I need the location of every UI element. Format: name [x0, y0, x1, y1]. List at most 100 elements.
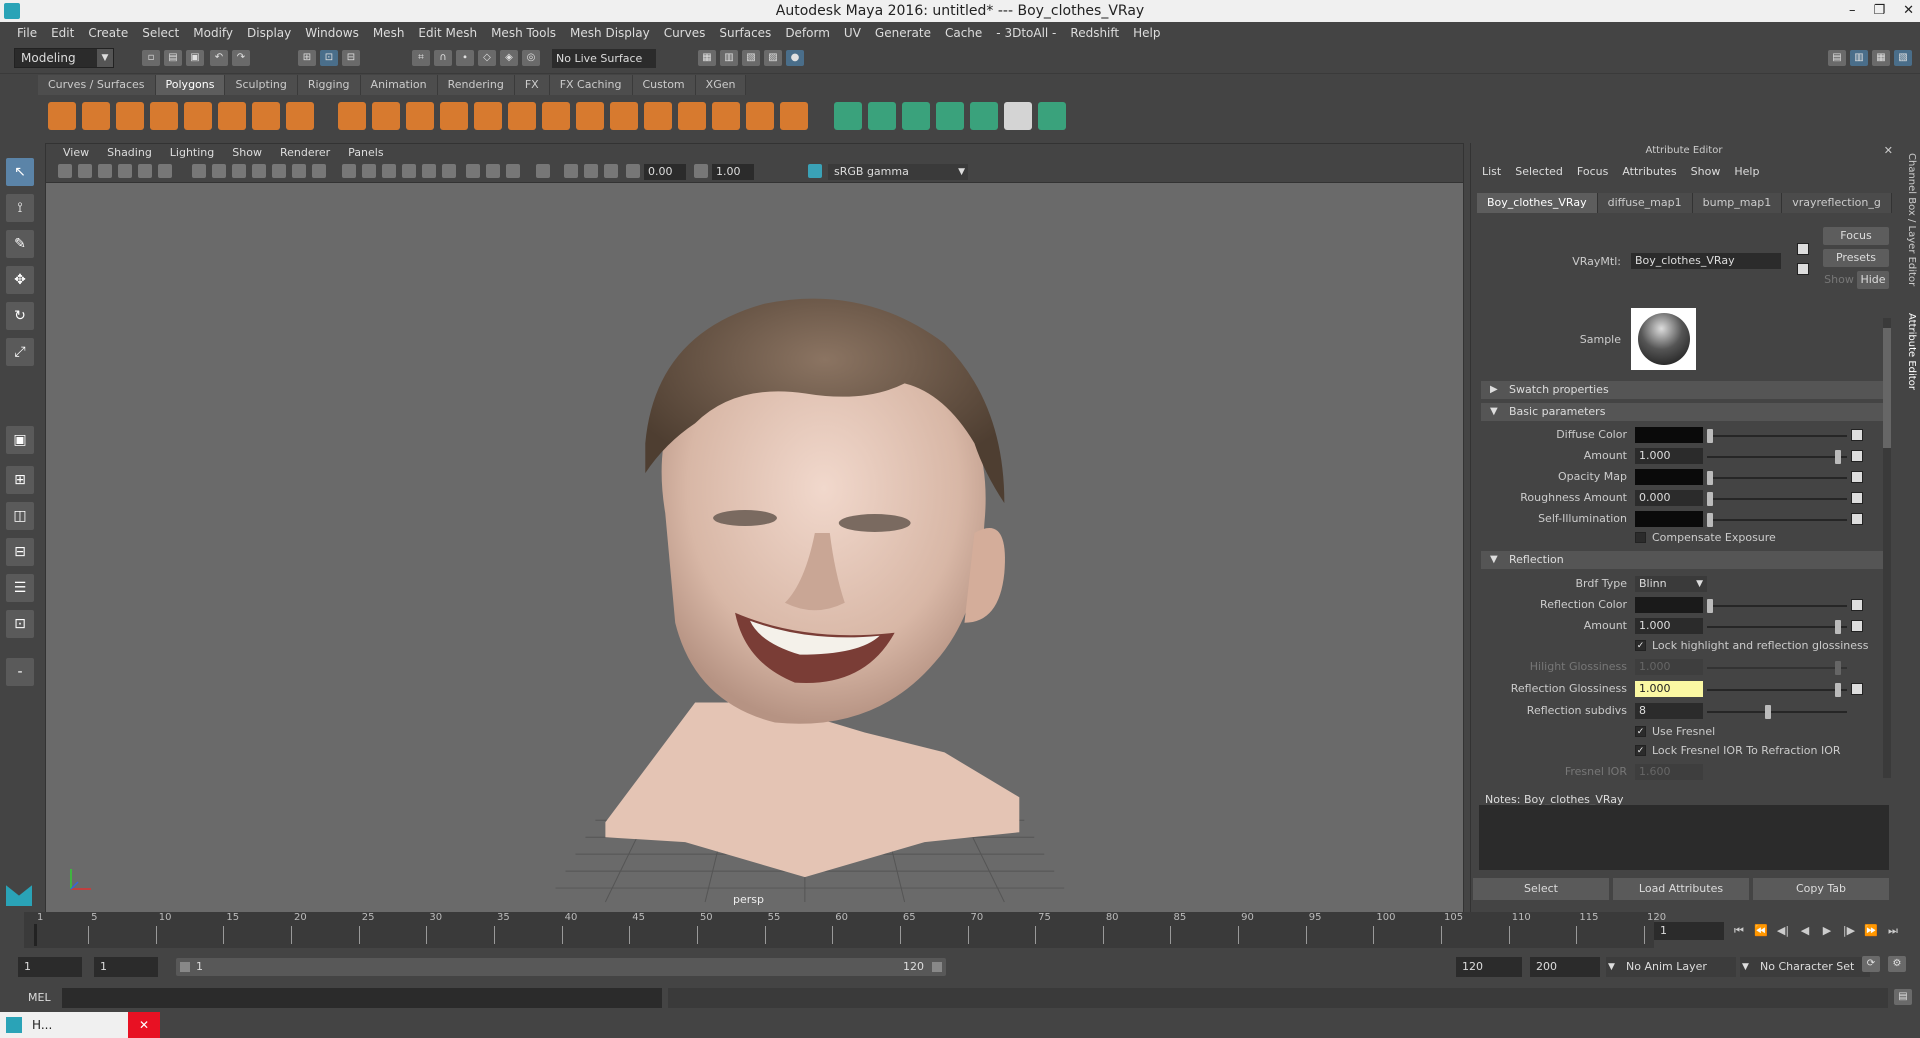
render-view-icon[interactable]: ●	[786, 50, 804, 66]
close-icon[interactable]: ✕	[1884, 143, 1893, 159]
target-weld-icon[interactable]	[746, 102, 774, 130]
poly-pipe-icon[interactable]	[286, 102, 314, 130]
snap-point-icon[interactable]: ∙	[456, 50, 474, 66]
checker-map-icon[interactable]	[1851, 513, 1863, 525]
animation-preferences-icon[interactable]: ⚙	[1888, 956, 1906, 972]
section-swatch-properties[interactable]: ▶ Swatch properties	[1481, 381, 1883, 399]
animation-end-field[interactable]: 200	[1530, 957, 1600, 977]
checker-map-icon[interactable]	[1851, 620, 1863, 632]
save-scene-icon[interactable]: ▣	[186, 50, 204, 66]
shelf-tab-rigging[interactable]: Rigging	[297, 75, 361, 95]
ae-menu-help[interactable]: Help	[1727, 165, 1766, 178]
go-to-start-icon[interactable]: ⏮	[1732, 924, 1746, 938]
shelf-tab-sculpting[interactable]: Sculpting	[225, 75, 298, 95]
redo-icon[interactable]: ↷	[232, 50, 250, 66]
undo-icon[interactable]: ↶	[210, 50, 228, 66]
ae-menu-show[interactable]: Show	[1684, 165, 1728, 178]
section-basic-parameters[interactable]: ▼ Basic parameters	[1481, 403, 1883, 421]
poly-plane-icon[interactable]	[184, 102, 212, 130]
menu-select[interactable]: Select	[135, 26, 186, 40]
checker-map-icon[interactable]	[1851, 450, 1863, 462]
tab-diffuse-map1[interactable]: diffuse_map1	[1597, 193, 1693, 213]
roughness-amount-slider[interactable]	[1707, 492, 1847, 506]
menu-mesh-tools[interactable]: Mesh Tools	[484, 26, 563, 40]
select-tool-icon[interactable]: ↖	[6, 158, 34, 186]
shelf-tab-custom[interactable]: Custom	[632, 75, 696, 95]
attribute-editor-toggle-icon[interactable]: ▥	[1850, 50, 1868, 66]
close-icon[interactable]: ✕	[128, 1012, 160, 1038]
reflection-subdivs-field[interactable]: 8	[1635, 703, 1703, 719]
brdf-type-dropdown[interactable]: Blinn ▼	[1635, 576, 1707, 592]
playback-start-field[interactable]: 1	[94, 957, 158, 977]
uv-editor-icon[interactable]	[1038, 102, 1066, 130]
spherical-uv-icon[interactable]	[902, 102, 930, 130]
attribute-editor-scrollbar[interactable]	[1883, 318, 1891, 778]
cylindrical-uv-icon[interactable]	[868, 102, 896, 130]
material-name-field[interactable]: Boy_clothes_VRay	[1631, 253, 1781, 269]
menu-3dtoall[interactable]: - 3DtoAll -	[989, 26, 1063, 40]
move-tool-icon[interactable]: ✥	[6, 266, 34, 294]
diffuse-color-slider[interactable]	[1707, 429, 1847, 443]
reflection-glossiness-slider[interactable]	[1707, 683, 1847, 697]
menu-windows[interactable]: Windows	[298, 26, 366, 40]
reflection-glossiness-field[interactable]: 1.000	[1635, 681, 1703, 697]
step-forward-frame-icon[interactable]: |▶	[1842, 924, 1856, 938]
scale-tool-icon[interactable]: ⤢	[6, 338, 34, 366]
snap-curve-icon[interactable]: ∩	[434, 50, 452, 66]
mel-label[interactable]: MEL	[28, 991, 51, 1004]
play-forwards-icon[interactable]: ▶	[1820, 924, 1834, 938]
bridge-icon[interactable]	[508, 102, 536, 130]
select-hierarchy-icon[interactable]: ⊞	[298, 50, 316, 66]
smooth-icon[interactable]	[440, 102, 468, 130]
shelf-tab-fx-caching[interactable]: FX Caching	[549, 75, 633, 95]
self-illumination-swatch[interactable]	[1635, 511, 1703, 527]
reflection-color-swatch[interactable]	[1635, 597, 1703, 613]
map-button-icon[interactable]	[1851, 683, 1863, 695]
reflection-amount-slider[interactable]	[1707, 620, 1847, 634]
poly-cube-icon[interactable]	[82, 102, 110, 130]
output-connections-icon[interactable]	[1797, 263, 1809, 275]
side-by-side-layout-icon[interactable]: ◫	[6, 502, 34, 530]
tab-vrayreflection[interactable]: vrayreflection_g	[1782, 193, 1892, 213]
append-icon[interactable]	[678, 102, 706, 130]
tool-settings-icon[interactable]: ▦	[1872, 50, 1890, 66]
menu-surfaces[interactable]: Surfaces	[712, 26, 778, 40]
step-back-key-icon[interactable]: ⏪	[1754, 924, 1768, 938]
auto-keyframe-icon[interactable]: ⟳	[1862, 956, 1880, 972]
menu-edit-mesh[interactable]: Edit Mesh	[411, 26, 484, 40]
menu-display[interactable]: Display	[240, 26, 298, 40]
render-settings-icon[interactable]: ▧	[742, 50, 760, 66]
render-current-frame-icon[interactable]: ▦	[698, 50, 716, 66]
menu-mesh-display[interactable]: Mesh Display	[563, 26, 657, 40]
snap-view-icon[interactable]: ◇	[478, 50, 496, 66]
script-editor-icon[interactable]: ▤	[1894, 989, 1912, 1005]
map-button-icon[interactable]	[1851, 471, 1863, 483]
current-frame-field[interactable]: 1	[1654, 922, 1724, 940]
menu-modify[interactable]: Modify	[186, 26, 240, 40]
animation-start-field[interactable]: 1	[18, 957, 82, 977]
section-reflection[interactable]: ▼ Reflection	[1481, 551, 1883, 569]
merge-icon[interactable]	[780, 102, 808, 130]
range-slider[interactable]: 1 120	[176, 958, 946, 976]
ae-menu-focus[interactable]: Focus	[1570, 165, 1615, 178]
compensate-exposure-checkbox[interactable]	[1635, 532, 1646, 543]
tab-bump-map1[interactable]: bump_map1	[1692, 193, 1783, 213]
multi-cut-icon[interactable]	[542, 102, 570, 130]
reflection-subdivs-slider[interactable]	[1707, 705, 1847, 719]
select-button[interactable]: Select	[1473, 878, 1609, 900]
copy-tab-button[interactable]: Copy Tab	[1753, 878, 1889, 900]
diffuse-color-swatch[interactable]	[1635, 427, 1703, 443]
automatic-uv-icon[interactable]	[936, 102, 964, 130]
use-fresnel-checkbox[interactable]: ✓	[1635, 726, 1646, 737]
step-back-frame-icon[interactable]: ◀|	[1776, 924, 1790, 938]
poly-pyramid-icon[interactable]	[252, 102, 280, 130]
roughness-amount-field[interactable]: 0.000	[1635, 490, 1703, 506]
more-layouts-icon[interactable]: -	[6, 658, 34, 686]
opacity-map-slider[interactable]	[1707, 471, 1847, 485]
menu-help[interactable]: Help	[1126, 26, 1167, 40]
extrude-icon[interactable]	[576, 102, 604, 130]
paint-select-tool-icon[interactable]: ✎	[6, 230, 34, 258]
menu-cache[interactable]: Cache	[938, 26, 989, 40]
self-illumination-slider[interactable]	[1707, 513, 1847, 527]
time-slider[interactable]: 1 5 10 15 20 25 30 35 40 45 50 55 60 65 70 75 80 85 90 95 10…	[24, 912, 1666, 948]
